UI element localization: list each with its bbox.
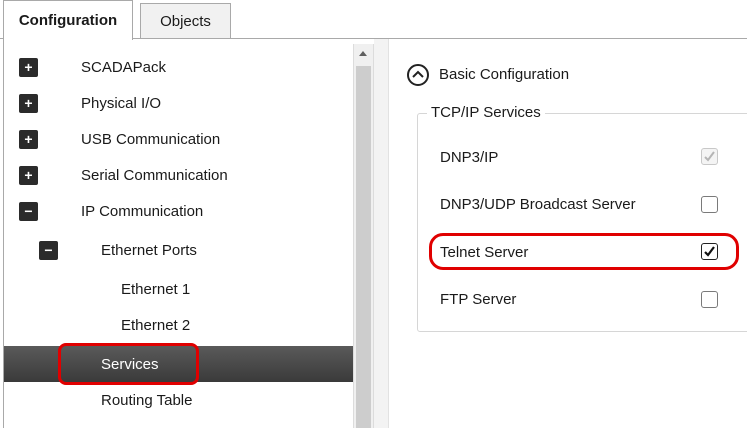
tab-configuration-label: Configuration bbox=[18, 12, 118, 29]
collapse-icon[interactable]: − bbox=[39, 240, 58, 260]
dnp3-ip-checkbox bbox=[701, 148, 718, 165]
group-title: TCP/IP Services bbox=[427, 104, 545, 121]
service-label-dnp3-ip: DNP3/IP bbox=[440, 149, 499, 166]
tree-item-routing-table[interactable]: Routing Table bbox=[4, 382, 354, 418]
tree-item-label: Routing Table bbox=[101, 391, 193, 409]
tree-item-label: Ethernet Ports bbox=[101, 241, 197, 259]
expand-icon[interactable]: + bbox=[19, 129, 38, 149]
tree-item-physical-io[interactable]: + Physical I/O bbox=[4, 85, 354, 121]
service-label-dnp3-udp: DNP3/UDP Broadcast Server bbox=[440, 196, 636, 213]
tree-item-serial-communication[interactable]: + Serial Communication bbox=[4, 157, 354, 193]
tab-bar: Configuration Objects bbox=[0, 0, 747, 40]
tree-item-label: SCADAPack bbox=[81, 58, 167, 76]
services-panel: Basic Configuration TCP/IP Services DNP3… bbox=[390, 39, 747, 428]
tab-objects[interactable]: Objects bbox=[140, 3, 231, 39]
tree-item-label: Serial Communication bbox=[81, 166, 228, 184]
panel-splitter[interactable] bbox=[374, 39, 389, 428]
tab-configuration[interactable]: Configuration bbox=[3, 0, 133, 40]
configuration-tree: + SCADAPack + Physical I/O + USB Communi… bbox=[3, 39, 354, 428]
tree-item-label: Ethernet 1 bbox=[121, 280, 191, 298]
tree-item-label: Ethernet 2 bbox=[121, 316, 191, 334]
scroll-thumb[interactable] bbox=[356, 66, 371, 428]
expand-icon[interactable]: + bbox=[19, 93, 38, 113]
tree-item-ethernet-1[interactable]: Ethernet 1 bbox=[4, 271, 354, 307]
tree-item-services[interactable]: Services bbox=[4, 346, 354, 382]
ftp-server-checkbox[interactable] bbox=[701, 291, 718, 308]
dnp3-udp-broadcast-checkbox[interactable] bbox=[701, 196, 718, 213]
tree-item-label: Services bbox=[101, 355, 159, 373]
collapse-section-icon[interactable] bbox=[407, 64, 429, 86]
tree-item-label: Physical I/O bbox=[81, 94, 162, 112]
scroll-up-arrow-icon[interactable] bbox=[354, 44, 373, 64]
tree-scrollbar[interactable] bbox=[353, 44, 374, 428]
telnet-server-checkbox[interactable] bbox=[701, 243, 718, 260]
service-label-telnet: Telnet Server bbox=[440, 244, 529, 261]
tree-item-ip-communication[interactable]: − IP Communication bbox=[4, 193, 354, 229]
expand-icon[interactable]: + bbox=[19, 165, 38, 185]
tab-objects-label: Objects bbox=[160, 13, 211, 30]
tree-item-label: IP Communication bbox=[81, 202, 204, 220]
tree-item-label: USB Communication bbox=[81, 130, 221, 148]
tree-item-usb-communication[interactable]: + USB Communication bbox=[4, 121, 354, 157]
tree-item-ethernet-2[interactable]: Ethernet 2 bbox=[4, 307, 354, 343]
service-label-ftp: FTP Server bbox=[440, 291, 517, 308]
section-title: Basic Configuration bbox=[439, 66, 570, 83]
collapse-icon[interactable]: − bbox=[19, 201, 38, 221]
tree-item-ethernet-ports[interactable]: − Ethernet Ports bbox=[4, 232, 354, 268]
expand-icon[interactable]: + bbox=[19, 57, 38, 77]
tree-item-scadapack[interactable]: + SCADAPack bbox=[4, 49, 354, 85]
